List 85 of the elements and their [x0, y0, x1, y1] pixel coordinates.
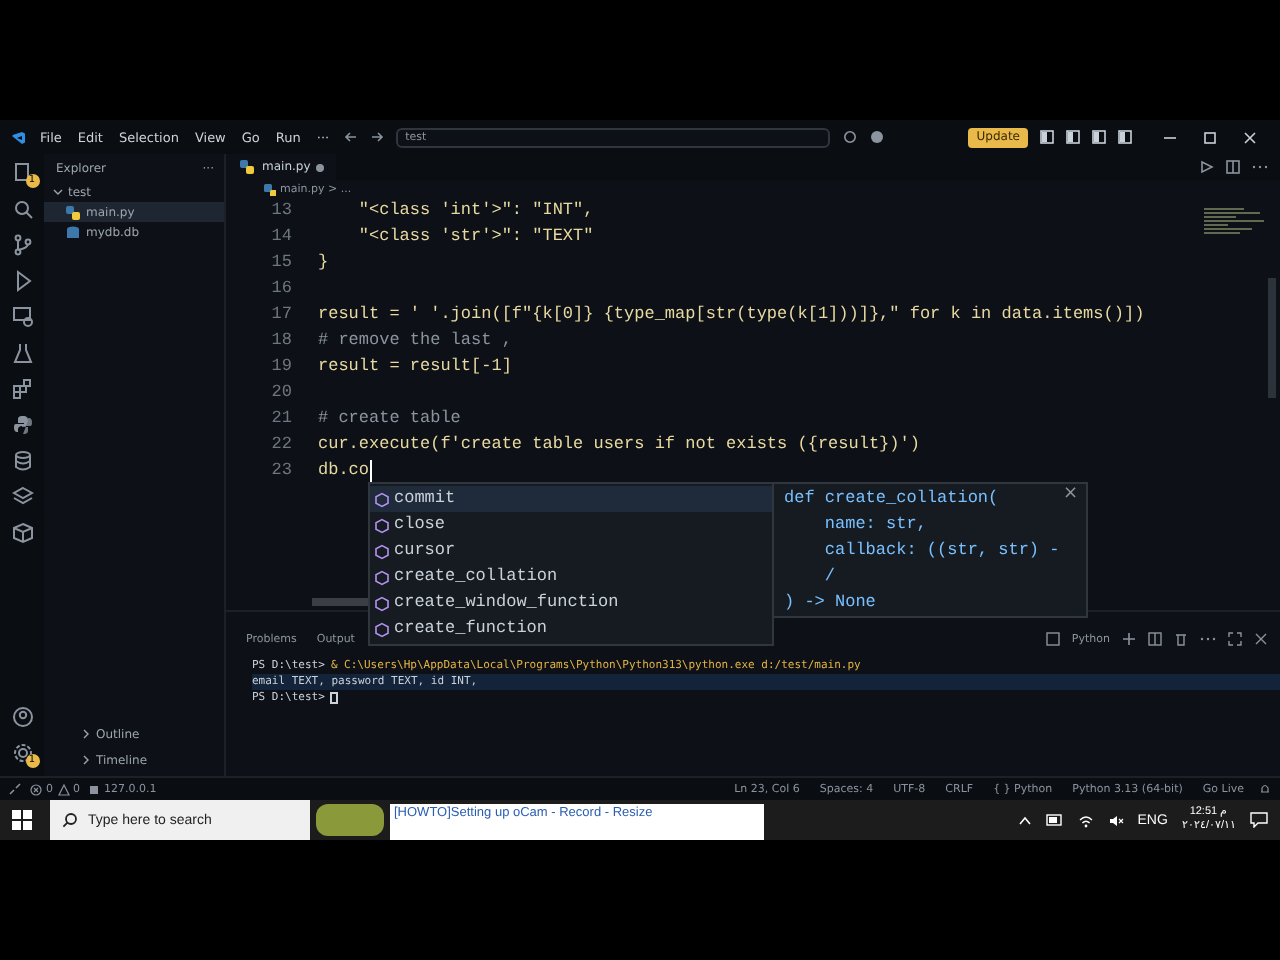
back-arrow-icon[interactable]: [343, 130, 358, 144]
line-number: 13: [269, 198, 292, 224]
database-file-icon: [64, 223, 82, 241]
python-file-icon: [262, 182, 276, 196]
doc-line: ) -> None: [784, 590, 876, 616]
line-number: 19: [269, 354, 292, 380]
trash-icon[interactable]: [1174, 632, 1188, 646]
photo-placeholder: [316, 804, 384, 836]
toggle-sidebar-icon[interactable]: [1066, 130, 1080, 144]
suggestion-item[interactable]: close: [370, 512, 772, 538]
code-line: "<class 'str'>": "TEXT": [356, 224, 594, 250]
line-number: 21: [269, 406, 292, 432]
chevron-right-icon[interactable]: [80, 728, 92, 740]
doc-line: callback: ((str, str) -: [822, 538, 1060, 564]
extensions-icon[interactable]: [11, 378, 33, 400]
windows-start-icon[interactable]: [12, 810, 32, 830]
notifications-icon[interactable]: [1250, 812, 1268, 828]
code-line: cur.execute(f'create table users if not exists ({result})'): [318, 432, 920, 458]
suggestion-item[interactable]: cursor: [370, 538, 772, 564]
chevron-up-icon[interactable]: [1017, 813, 1032, 827]
line-number: 18: [269, 328, 292, 354]
code-line: "<class 'int'>": "INT",: [356, 198, 594, 224]
text-cursor: [369, 460, 371, 482]
scrollbar-thumb[interactable]: [312, 598, 372, 606]
flask-icon[interactable]: [11, 342, 33, 364]
terminal-cursor: [330, 692, 339, 704]
line-number: 14: [269, 224, 292, 250]
split-editor-icon[interactable]: [1226, 160, 1240, 174]
account-icon[interactable]: [11, 706, 33, 728]
toggle-panel-icon[interactable]: [1092, 130, 1106, 144]
python-icon[interactable]: [11, 414, 33, 436]
maximize-panel-icon[interactable]: [1228, 632, 1242, 646]
layers-icon[interactable]: [11, 486, 33, 508]
package-icon[interactable]: [11, 522, 33, 544]
files-icon[interactable]: [11, 162, 33, 184]
code-comment: # remove the last ,: [318, 328, 512, 354]
speaker-muted-icon[interactable]: [1107, 813, 1124, 827]
code-line: result = ' '.join([f"{k[0]} {type_map[str(type(k[1]))]}," for k in data.items()]): [318, 302, 1145, 328]
remote-explorer-icon[interactable]: [11, 306, 33, 328]
suggestion-item[interactable]: create_function: [370, 616, 772, 642]
line-number: 16: [269, 276, 292, 302]
wifi-icon[interactable]: [1077, 813, 1094, 827]
forward-arrow-icon[interactable]: [369, 130, 384, 144]
vscode-logo-icon: [10, 129, 26, 145]
chevron-down-icon[interactable]: [52, 186, 64, 198]
doc-line: def create_collation(: [784, 486, 999, 512]
split-terminal-icon[interactable]: [1148, 632, 1162, 646]
scrollbar-thumb[interactable]: [1268, 278, 1276, 398]
search-icon: [62, 812, 78, 828]
search-icon[interactable]: [11, 198, 33, 220]
code-line: result = result[-1]: [318, 354, 512, 380]
more-actions-icon[interactable]: [1252, 160, 1268, 174]
code-line: db.co: [318, 458, 370, 484]
python-file-icon: [238, 158, 256, 176]
database-icon[interactable]: [11, 450, 33, 472]
doc-line: name: str,: [822, 512, 927, 538]
line-number: 15: [269, 250, 292, 276]
add-terminal-icon[interactable]: [1122, 632, 1136, 646]
run-icon[interactable]: [1200, 160, 1214, 174]
minimap: [1204, 206, 1264, 234]
error-icon: [30, 783, 42, 795]
code-line: }: [318, 250, 329, 276]
close-panel-icon[interactable]: [1254, 632, 1268, 646]
notification-bell-icon[interactable]: [1258, 782, 1272, 796]
source-control-icon[interactable]: [11, 234, 33, 256]
chevron-right-icon[interactable]: [80, 754, 92, 766]
warning-icon: [57, 783, 69, 795]
suggestion-item[interactable]: commit: [370, 486, 772, 512]
more-actions-icon[interactable]: [1200, 632, 1216, 646]
settings-icon[interactable]: [11, 742, 33, 764]
python-file-icon: [64, 203, 82, 221]
code-comment: # create table: [318, 406, 461, 432]
suggestion-item[interactable]: create_collation: [370, 564, 772, 590]
line-number: 23: [269, 458, 292, 484]
run-debug-icon[interactable]: [11, 270, 33, 292]
battery-icon[interactable]: [1045, 814, 1064, 826]
line-number: 20: [269, 380, 292, 406]
line-number: 17: [269, 302, 292, 328]
toggle-secondary-sidebar-icon[interactable]: [1118, 130, 1132, 144]
suggestion-item[interactable]: create_window_function: [370, 590, 772, 616]
doc-line: /: [822, 564, 836, 590]
line-number: 22: [269, 432, 292, 458]
terminal-icon: [1045, 632, 1060, 646]
close-button[interactable]: ×: [1062, 484, 1078, 504]
layout-icon[interactable]: [1040, 130, 1054, 144]
